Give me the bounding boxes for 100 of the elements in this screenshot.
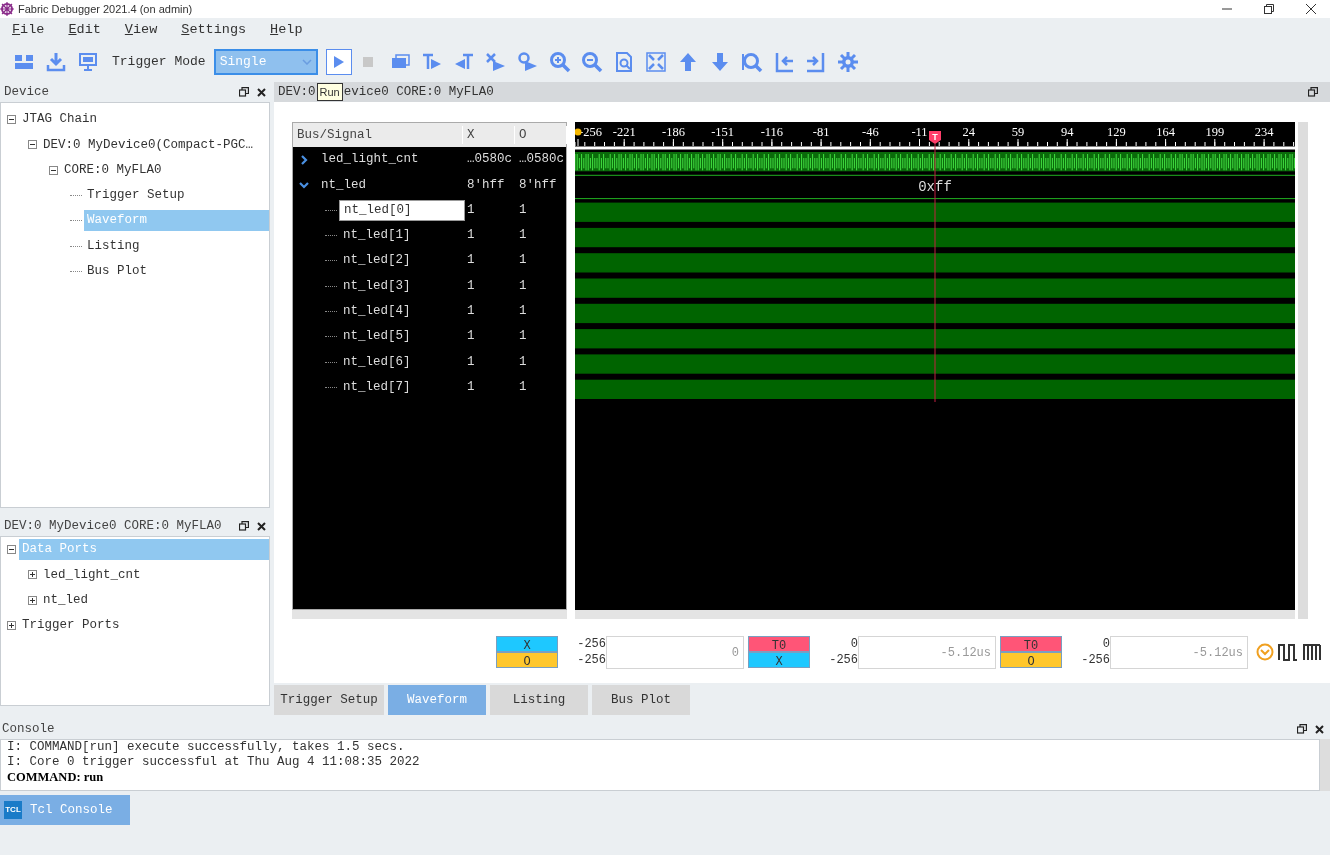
value-cell-text: 1 — [466, 201, 476, 219]
horizontal-scrollbar[interactable] — [575, 610, 1295, 619]
tcl-icon: TCL — [4, 801, 22, 819]
menu-item[interactable]: Settings — [169, 19, 259, 41]
fit-icon[interactable] — [644, 51, 667, 73]
tick-label: -116 — [760, 125, 784, 139]
column-header: O — [515, 125, 567, 145]
square-wave-icon[interactable] — [1278, 643, 1298, 661]
time-ruler[interactable] — [575, 138, 1295, 150]
jump-right-icon[interactable] — [804, 51, 827, 73]
float-icon[interactable] — [1297, 724, 1307, 734]
cursor-label[interactable]: O — [496, 652, 558, 668]
chevron-right-icon[interactable] — [299, 154, 309, 165]
cursor-x-icon[interactable] — [484, 51, 507, 73]
float-icon[interactable] — [239, 521, 249, 531]
clock-icon[interactable] — [1256, 643, 1274, 661]
close-icon[interactable] — [257, 87, 266, 97]
tick-label: 234 — [1254, 125, 1274, 139]
restore-icon[interactable] — [1264, 4, 1274, 14]
cursor-position: -256 — [576, 636, 606, 652]
settings-icon[interactable] — [836, 51, 859, 73]
value-cell-text: 8'hff — [466, 176, 506, 194]
expand-icon[interactable] — [28, 570, 37, 580]
signal-name[interactable]: nt_led[2] — [339, 251, 415, 271]
tree-item[interactable]: Bus Plot — [84, 261, 150, 282]
tick-label: -46 — [862, 125, 879, 139]
collapse-icon[interactable] — [49, 165, 58, 175]
vertical-scrollbar[interactable] — [1320, 739, 1330, 791]
panel-title: DEV:0 MyDevice0 CORE:0 MyFLA0 — [4, 517, 223, 535]
zoom-in-icon[interactable] — [548, 51, 571, 73]
signal-name[interactable]: nt_led[6] — [339, 352, 415, 372]
play-icon — [333, 56, 344, 68]
cursor-label[interactable]: T0 — [1000, 636, 1062, 652]
vertical-scrollbar[interactable] — [1298, 122, 1308, 619]
float-icon[interactable] — [239, 87, 249, 97]
download-icon[interactable] — [45, 51, 67, 73]
console-line: I: Core 0 trigger successful at Thu Aug 4 11:08:35 2022 — [7, 755, 421, 770]
signal-name[interactable]: nt_led[5] — [339, 327, 415, 347]
cursor-marker[interactable] — [575, 128, 582, 136]
signal-name[interactable]: nt_led[3] — [339, 276, 415, 296]
console-line: COMMAND: run — [7, 770, 105, 785]
tree-item[interactable]: led_light_cnt — [40, 564, 144, 586]
signal-name[interactable]: nt_led[1] — [339, 226, 415, 245]
menu-item[interactable]: Edit — [56, 19, 113, 41]
signal-name[interactable]: nt_led[7] — [339, 377, 415, 397]
signal-name[interactable]: nt_led[4] — [339, 302, 415, 321]
value-cell-text: 1 — [518, 201, 528, 219]
value-cell-text: …0580c — [466, 151, 513, 169]
pulse-train-icon[interactable] — [1302, 643, 1322, 661]
close-icon[interactable] — [257, 521, 266, 531]
tick-label: -186 — [662, 125, 685, 139]
menu-item[interactable]: View — [112, 19, 170, 41]
tree-item[interactable]: nt_led — [40, 589, 91, 611]
cursor-o-icon[interactable] — [516, 51, 539, 73]
signal-name[interactable]: nt_led — [317, 175, 370, 195]
view-tab[interactable]: Listing — [490, 685, 588, 715]
console-tab[interactable]: TCL Tcl Console — [0, 795, 130, 825]
tick-label: -221 — [612, 125, 636, 139]
value-cell-text: 1 — [466, 353, 476, 371]
tick-label: 59 — [1011, 125, 1025, 139]
tick-label: -256 — [579, 125, 602, 139]
close-icon[interactable] — [1306, 4, 1316, 14]
tree-item[interactable]: JTAG Chain — [19, 109, 100, 130]
tick-label: -151 — [711, 125, 735, 139]
cursor-label[interactable]: X — [496, 636, 558, 652]
tree-item[interactable]: DEV:0 MyDevice0(Compact-PGC… — [40, 134, 257, 156]
tree-item[interactable]: Trigger Setup — [84, 185, 188, 206]
cursor-label[interactable]: T0 — [748, 636, 810, 652]
signal-name[interactable]: led_light_cnt — [317, 150, 423, 169]
value-cell-text: 1 — [466, 378, 476, 396]
signal-name[interactable]: nt_led[0] — [339, 199, 465, 221]
value-cell-text: 1 — [466, 252, 476, 270]
collapse-icon[interactable] — [7, 545, 16, 555]
cursor-label[interactable]: X — [748, 652, 810, 668]
tree-item[interactable]: CORE:0 MyFLA0 — [61, 159, 165, 181]
zoom-out-icon[interactable] — [580, 51, 603, 73]
value-cell-text: 1 — [518, 378, 528, 396]
view-tab[interactable]: Trigger Setup — [274, 685, 384, 715]
cursor-position: 0 — [849, 636, 858, 652]
tree-item[interactable]: Trigger Ports — [19, 615, 123, 636]
float-icon[interactable] — [1308, 87, 1318, 97]
expand-icon[interactable] — [28, 595, 37, 605]
monitor-icon[interactable] — [77, 51, 99, 73]
chevron-down-icon[interactable] — [299, 179, 309, 190]
close-icon[interactable] — [1315, 724, 1324, 734]
collapse-icon[interactable] — [28, 140, 37, 150]
value-cell-text: 1 — [518, 328, 528, 346]
value-cell-text: 1 — [466, 303, 476, 321]
search-icon[interactable] — [740, 51, 763, 73]
run-button[interactable] — [325, 49, 352, 75]
cursor-label[interactable]: O — [1000, 652, 1062, 668]
collapse-icon[interactable] — [7, 115, 16, 125]
tick-label: 164 — [1156, 125, 1175, 139]
tree-item[interactable]: Listing — [84, 235, 143, 257]
menu-item[interactable]: File — [0, 19, 57, 41]
horizontal-scrollbar[interactable] — [292, 610, 567, 619]
trigger-mode-label: Trigger Mode — [112, 53, 206, 72]
expand-icon[interactable] — [7, 621, 16, 631]
view-tab[interactable]: Bus Plot — [592, 685, 690, 715]
menu-item[interactable]: Help — [258, 19, 315, 41]
